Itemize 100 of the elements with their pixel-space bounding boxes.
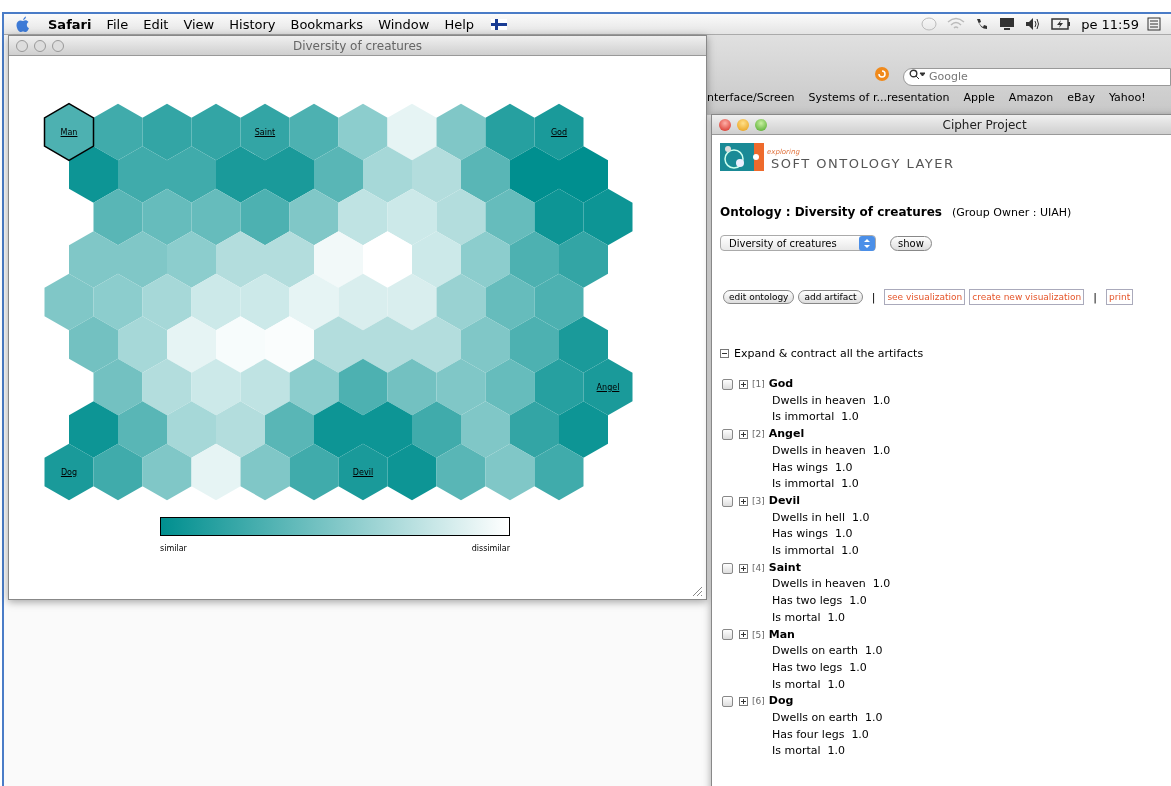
artifact-index: [1]	[752, 378, 765, 391]
checkbox[interactable]	[722, 378, 733, 390]
search-icon	[909, 69, 925, 80]
expand-toggle-icon[interactable]	[739, 630, 748, 640]
property-value: 1.0	[849, 659, 867, 676]
property-name: Is mortal	[772, 743, 821, 760]
collapse-toggle-icon[interactable]	[720, 349, 729, 358]
logo-title: SOFT ONTOLOGY LAYER	[771, 156, 955, 171]
battery-icon[interactable]	[1051, 18, 1072, 30]
artifact-name[interactable]: Dog	[768, 693, 794, 711]
window-control-button[interactable]	[755, 118, 767, 131]
artifact-name[interactable]: Saint	[768, 559, 801, 577]
checkbox[interactable]	[722, 428, 733, 440]
property-value: 1.0	[841, 476, 859, 493]
expand-toggle-icon[interactable]	[739, 496, 748, 506]
window-control-button[interactable]	[34, 39, 46, 52]
menu-item[interactable]: Help	[444, 16, 475, 32]
menu-item[interactable]: File	[106, 16, 129, 32]
property-name: Dwells in hell	[772, 509, 845, 526]
display-icon[interactable]	[999, 17, 1016, 31]
bookmark-link[interactable]: Yahoo!	[1108, 91, 1146, 104]
apple-logo-icon[interactable]	[16, 16, 30, 32]
checkbox[interactable]	[722, 696, 733, 708]
artifact-name[interactable]: Angel	[768, 426, 805, 443]
property-value: 1.0	[851, 509, 870, 526]
window-title: Cipher Project	[942, 117, 1027, 132]
menu-item[interactable]: Edit	[143, 16, 169, 32]
artifact-name[interactable]: Devil	[768, 492, 801, 510]
window-title: Diversity of creatures	[292, 38, 423, 53]
property-value: 1.0	[841, 409, 859, 426]
window-control-button[interactable]	[16, 39, 28, 52]
map-node[interactable]: Saint	[239, 102, 291, 162]
checkbox[interactable]	[722, 562, 733, 574]
menu-item[interactable]: History	[229, 16, 276, 32]
select-arrows-icon	[859, 235, 875, 251]
show-button[interactable]: show	[890, 235, 932, 251]
property-value: 1.0	[872, 576, 891, 593]
flag-icon[interactable]	[491, 18, 508, 30]
checkbox[interactable]	[722, 629, 733, 641]
resize-grip-icon[interactable]	[691, 585, 703, 597]
separator-text: |	[1093, 290, 1098, 304]
reload-icon[interactable]	[875, 67, 889, 81]
bookmark-link[interactable]: nterface/Screen	[707, 91, 795, 104]
property-name: Is mortal	[772, 676, 821, 693]
search-field[interactable]: Google	[903, 67, 1171, 86]
property-name: Is immortal	[772, 543, 835, 560]
action-button[interactable]: create new visualization	[969, 289, 1085, 305]
expand-toggle-icon[interactable]	[739, 563, 748, 573]
map-node[interactable]: Devil	[337, 442, 389, 502]
menu-item[interactable]: Safari	[48, 16, 92, 32]
group-owner-text: (Group Owner : UIAH)	[952, 206, 1072, 219]
expand-toggle-icon[interactable]	[739, 697, 748, 707]
menu-item[interactable]: Window	[378, 16, 430, 32]
property-name: Has wings	[772, 459, 828, 476]
map-node[interactable]: Man	[43, 102, 95, 162]
scale-label: similar	[160, 544, 187, 553]
ontology-select[interactable]: Diversity of creatures	[720, 235, 876, 251]
artifact-name[interactable]: Man	[768, 626, 795, 644]
logo-icon	[720, 143, 764, 171]
scale-label: dissimilar	[471, 544, 510, 553]
action-button[interactable]: print	[1106, 289, 1134, 305]
property-name: Is mortal	[772, 609, 821, 626]
menu-item[interactable]: Bookmarks	[290, 16, 364, 32]
action-button[interactable]: see visualization	[884, 289, 966, 305]
artifact-name[interactable]: God	[768, 376, 794, 393]
action-button[interactable]: add artifact	[798, 290, 863, 304]
property-value: 1.0	[827, 609, 846, 626]
phone-icon[interactable]	[975, 17, 990, 31]
property-value: 1.0	[827, 743, 846, 760]
property-value: 1.0	[865, 643, 883, 660]
property-name: Dwells in heaven	[772, 442, 866, 459]
property-value: 1.0	[827, 676, 846, 693]
property-name: Has two legs	[772, 593, 843, 610]
clock[interactable]: pe 11:59	[1081, 16, 1139, 32]
window-control-button[interactable]	[52, 39, 64, 52]
expand-toggle-icon[interactable]	[739, 379, 748, 389]
map-node[interactable]: God	[533, 102, 585, 162]
map-node[interactable]: Dog	[43, 442, 95, 502]
expand-toggle-icon[interactable]	[739, 429, 748, 439]
bookmark-link[interactable]: eBay	[1067, 91, 1095, 104]
list-icon[interactable]	[1147, 17, 1161, 31]
bookmark-link[interactable]: Apple	[963, 91, 995, 104]
artifact-index: [6]	[752, 695, 765, 709]
property-name: Is immortal	[772, 476, 835, 493]
window-control-button[interactable]	[719, 118, 731, 131]
checkbox[interactable]	[722, 495, 733, 507]
chat-bubble-icon[interactable]	[921, 16, 938, 32]
expand-all-link[interactable]: Expand & contract all the artifacts	[734, 347, 924, 360]
bookmark-link[interactable]: Systems of r...resentation	[808, 91, 950, 104]
map-node[interactable]: Angel	[582, 357, 634, 417]
property-value: 1.0	[872, 392, 891, 409]
speaker-icon[interactable]	[1025, 17, 1042, 31]
property-name: Has four legs	[772, 726, 845, 743]
property-value: 1.0	[865, 710, 883, 727]
ontology-heading: Ontology : Diversity of creatures	[720, 205, 942, 219]
wifi-icon[interactable]	[947, 17, 966, 31]
property-name: Dwells in heaven	[772, 392, 866, 409]
menu-item[interactable]: View	[183, 16, 215, 32]
bookmark-link[interactable]: Amazon	[1008, 91, 1054, 104]
action-button[interactable]: edit ontology	[723, 290, 795, 304]
